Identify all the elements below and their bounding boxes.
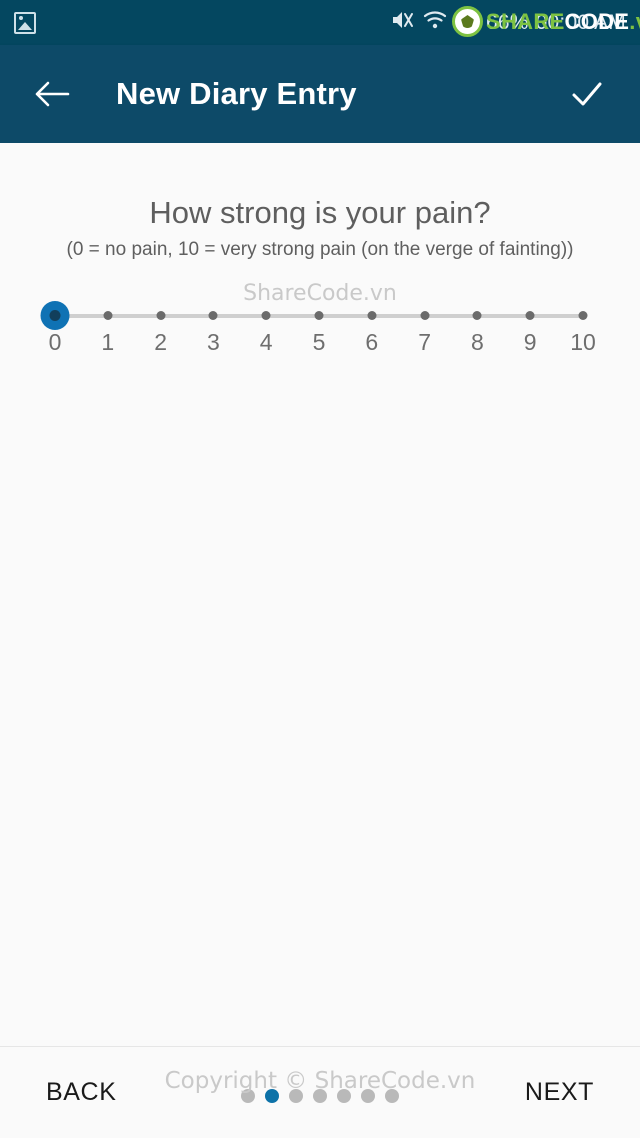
slider-tick-6[interactable] [367, 311, 377, 320]
mute-icon [391, 9, 415, 37]
status-bar-right: 66% 00:00 AM [391, 9, 626, 37]
check-icon [572, 82, 602, 106]
page-dot-7[interactable] [385, 1089, 399, 1103]
question-hint: (0 = no pain, 10 = very strong pain (on … [66, 239, 574, 260]
photo-icon [14, 11, 36, 34]
bottom-navigation-bar: BACK NEXT [0, 1046, 640, 1138]
slider-tick-4[interactable] [261, 311, 271, 320]
slider-thumb[interactable] [40, 301, 70, 330]
page-indicator [0, 1089, 640, 1103]
arrow-left-icon [35, 81, 70, 107]
page-dot-4[interactable] [313, 1089, 327, 1103]
slider-tick-label-1: 1 [101, 329, 115, 355]
slider-tick-label-2: 2 [154, 329, 167, 355]
main-content: How strong is your pain? (0 = no pain, 1… [0, 143, 640, 1046]
page-dot-5[interactable] [337, 1089, 351, 1103]
slider-tick-label-10: 10 [570, 329, 596, 355]
pain-slider[interactable]: 0 1 2 3 4 5 6 7 8 9 10 [0, 289, 640, 369]
page-dot-3[interactable] [289, 1089, 303, 1103]
slider-tick-label-7: 7 [418, 329, 431, 355]
slider-tick-1[interactable] [103, 311, 113, 320]
slider-tick-label-9: 9 [523, 329, 537, 355]
page-title: New Diary Entry [116, 76, 357, 111]
confirm-button[interactable] [564, 71, 610, 117]
battery-percentage: 66% [486, 10, 529, 34]
slider-tick-2[interactable] [156, 311, 166, 320]
wifi-icon [422, 9, 448, 37]
slider-tick-8[interactable] [472, 311, 482, 320]
slider-tick-label-4: 4 [259, 329, 273, 355]
question-text: How strong is your pain? [149, 195, 491, 230]
page-dot-6[interactable] [361, 1089, 375, 1103]
slider-tick-label-8: 8 [470, 329, 484, 355]
status-bar-time: 00:00 AM [535, 10, 626, 34]
slider-tick-label-5: 5 [312, 329, 326, 355]
status-bar: 66% 00:00 AM [0, 0, 640, 45]
slider-tick-9[interactable] [525, 311, 535, 320]
signal-icon [455, 9, 479, 37]
page-dot-1[interactable] [241, 1089, 255, 1103]
app-bar: New Diary Entry [0, 45, 640, 143]
status-bar-left [14, 11, 36, 34]
slider-tick-5[interactable] [314, 311, 324, 320]
slider-tick-7[interactable] [420, 311, 430, 320]
slider-tick-label-6: 6 [365, 329, 379, 355]
slider-tick-3[interactable] [208, 311, 218, 320]
slider-tick-10[interactable] [578, 311, 588, 320]
back-button[interactable] [30, 71, 76, 117]
slider-tick-label-0: 0 [48, 329, 62, 355]
slider-tick-label-3: 3 [206, 329, 220, 355]
page-dot-2[interactable] [265, 1089, 279, 1103]
